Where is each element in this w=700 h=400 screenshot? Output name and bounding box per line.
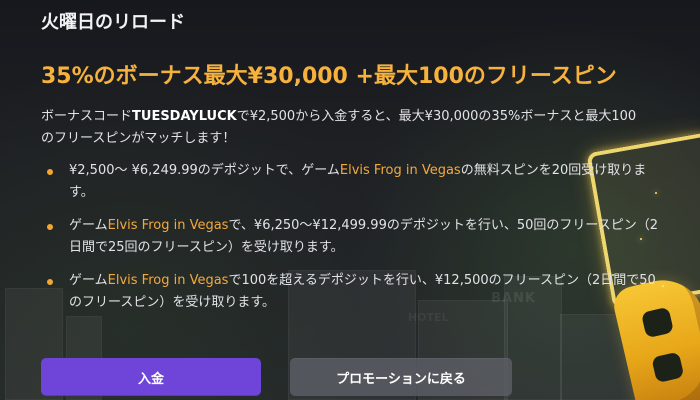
game-link[interactable]: Elvis Frog in Vegas bbox=[108, 273, 229, 288]
page-title: 火曜日のリロード bbox=[41, 12, 185, 33]
bullet-text-before: ¥2,500～ ¥6,249.99のデポジットで、ゲーム bbox=[69, 163, 340, 178]
bullet-text-before: ゲーム bbox=[69, 273, 108, 288]
promotion-bullet: ゲームElvis Frog in Vegasで100を超えるデポジットを行い、¥… bbox=[41, 270, 661, 314]
bullet-text-before: ゲーム bbox=[69, 218, 108, 233]
game-link[interactable]: Elvis Frog in Vegas bbox=[340, 163, 461, 178]
bonus-code: TUESDAYLUCK bbox=[132, 109, 237, 124]
intro-prefix: ボーナスコード bbox=[41, 109, 133, 124]
promotion-headline: 35%のボーナス最大¥30,000 +最大100のフリースピン bbox=[41, 64, 617, 89]
deposit-button[interactable]: 入金 bbox=[41, 358, 261, 396]
action-buttons: 入金 プロモーションに戻る bbox=[41, 358, 512, 396]
promotion-bullet: ゲームElvis Frog in Vegasで、¥6,250～¥12,499.9… bbox=[41, 215, 661, 259]
bullet-dot-icon bbox=[47, 224, 53, 230]
promotion-content: 火曜日のリロード 35%のボーナス最大¥30,000 +最大100のフリースピン… bbox=[0, 0, 700, 400]
bullet-dot-icon bbox=[47, 169, 53, 175]
game-link[interactable]: Elvis Frog in Vegas bbox=[108, 218, 229, 233]
promotion-panel: BANK HOTEL 火曜日のリロード 35%のボーナス最大¥30,000 +最… bbox=[0, 0, 700, 400]
back-to-promotions-button[interactable]: プロモーションに戻る bbox=[290, 358, 512, 396]
promotion-bullet: ¥2,500～ ¥6,249.99のデポジットで、ゲームElvis Frog i… bbox=[41, 160, 661, 204]
promotion-bullets: ¥2,500～ ¥6,249.99のデポジットで、ゲームElvis Frog i… bbox=[41, 160, 661, 325]
promotion-intro: ボーナスコードTUESDAYLUCKで¥2,500から入金すると、最大¥30,0… bbox=[41, 106, 647, 150]
bullet-dot-icon bbox=[47, 279, 53, 285]
